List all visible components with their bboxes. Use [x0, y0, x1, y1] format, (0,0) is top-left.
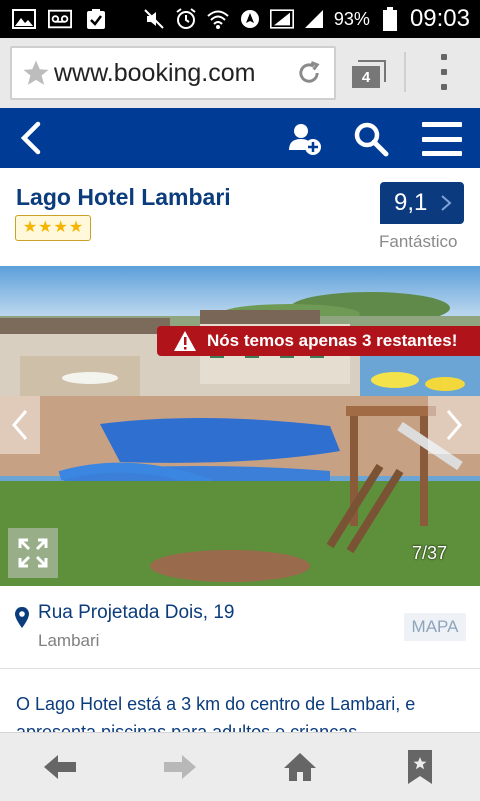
alarm-icon	[174, 8, 198, 30]
site-header	[0, 108, 480, 168]
review-score: 9,1	[394, 189, 428, 216]
hotel-name: Lago Hotel Lambari	[16, 184, 231, 210]
bookmark-star-icon[interactable]	[18, 55, 54, 91]
location-pin-icon	[15, 607, 29, 628]
url-text[interactable]: www.booking.com	[54, 59, 292, 88]
star-icon: ★	[22, 219, 38, 236]
tab-count: 4	[352, 66, 380, 88]
gallery-next-button[interactable]	[428, 396, 480, 454]
battery-percent: 93%	[333, 8, 370, 29]
expand-icon	[18, 538, 48, 568]
hotel-photo[interactable]	[0, 266, 480, 586]
back-chevron-icon[interactable]	[16, 120, 50, 156]
address-street[interactable]: Rua Projetada Dois, 19	[38, 602, 234, 624]
star-rating: ★ ★ ★ ★	[15, 215, 91, 241]
fullscreen-button[interactable]	[8, 528, 58, 578]
clipboard-check-icon	[84, 8, 108, 30]
browser-toolbar: www.booking.com 4	[0, 38, 480, 108]
address-city: Lambari	[38, 631, 100, 650]
add-user-icon[interactable]	[286, 120, 324, 158]
star-icon: ★	[68, 219, 84, 236]
back-arrow-icon[interactable]	[40, 749, 80, 785]
signal-icon	[269, 8, 294, 30]
browser-bottom-bar	[0, 732, 480, 801]
wifi-icon	[206, 8, 230, 30]
location-icon	[238, 8, 262, 30]
signal-strength-icon	[302, 8, 326, 30]
divider	[0, 668, 480, 669]
image-icon	[12, 8, 36, 30]
star-icon: ★	[38, 219, 53, 236]
review-score-label: Fantástico	[379, 232, 458, 251]
forward-arrow-icon[interactable]	[160, 749, 200, 785]
chevron-right-icon	[441, 195, 452, 211]
bookmarks-icon[interactable]	[400, 749, 440, 785]
home-icon[interactable]	[280, 749, 320, 785]
refresh-icon[interactable]	[292, 56, 326, 90]
review-score-button[interactable]: 9,1	[380, 182, 464, 224]
battery-icon	[378, 7, 402, 31]
star-icon: ★	[53, 219, 68, 236]
clock: 09:03	[409, 5, 470, 32]
gallery-prev-button[interactable]	[0, 396, 40, 454]
map-button[interactable]: MAPA	[404, 613, 466, 641]
hamburger-menu-icon[interactable]	[422, 122, 462, 156]
warning-icon	[174, 331, 196, 351]
mute-icon	[142, 8, 166, 30]
chevron-left-icon	[12, 410, 28, 440]
availability-alert: Nós temos apenas 3 restantes!	[157, 326, 480, 356]
voicemail-icon	[48, 8, 72, 30]
toolbar-divider	[404, 52, 406, 92]
overflow-menu-icon[interactable]	[440, 54, 448, 90]
chevron-right-icon	[446, 410, 462, 440]
address-bar[interactable]: www.booking.com	[10, 46, 336, 100]
photo-counter: 7/37	[412, 543, 448, 563]
status-bar: 93% 09:03	[0, 0, 480, 38]
availability-alert-text: Nós temos apenas 3 restantes!	[207, 331, 458, 350]
tabs-button[interactable]: 4	[349, 58, 387, 90]
search-icon[interactable]	[352, 120, 390, 158]
